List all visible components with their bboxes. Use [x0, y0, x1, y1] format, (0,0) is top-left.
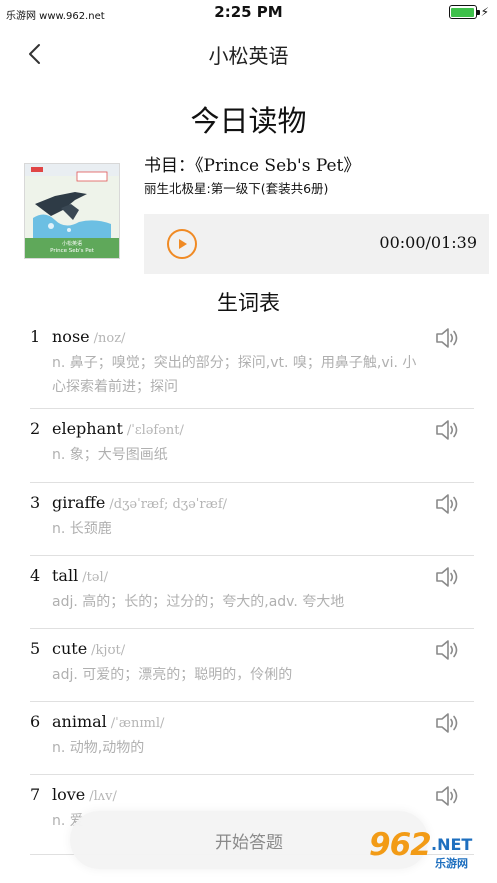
vocab-phonetic: /təl/: [82, 570, 109, 585]
status-indicators: ⚡: [448, 5, 489, 19]
vocab-word: animal: [52, 712, 107, 731]
battery-fill: [451, 7, 475, 17]
book-cover-image[interactable]: 小松英语 Prince Seb's Pet: [24, 163, 120, 259]
vocab-item-head: 4 tall/təl/: [30, 566, 108, 585]
site-watermark: 962 .NET 乐游网: [365, 827, 491, 875]
vocab-word: love: [52, 785, 86, 804]
vocab-index: 2: [30, 419, 41, 438]
vocab-phonetic: /dʒəˈræf; dʒəˈræf/: [109, 497, 228, 512]
battery-icon: [448, 5, 480, 19]
reading-heading: 今日读物: [190, 104, 307, 138]
speaker-icon[interactable]: [434, 326, 462, 350]
vocab-definition: n. 鼻子；嗅觉；突出的部分；探问,vt. 嗅；用鼻子触,vi. 小心探索着前进…: [52, 355, 417, 395]
vocab-item: 3 giraffe/dʒəˈræf; dʒəˈræf/n. 长颈鹿: [30, 483, 474, 556]
watermark-net: .NET: [431, 835, 473, 854]
play-icon: [179, 239, 187, 249]
play-button[interactable]: [167, 229, 197, 259]
page-title: 小松英语: [208, 44, 289, 68]
vocab-item: 5 cute/kjʊt/adj. 可爱的；漂亮的；聪明的，伶俐的: [30, 629, 474, 702]
vocab-item: 4 tall/təl/adj. 高的；长的；过分的；夸大的,adv. 夸大地: [30, 556, 474, 629]
charging-icon: ⚡: [480, 5, 489, 19]
vocab-definition: n. 长颈鹿: [52, 521, 112, 537]
book-series: 丽生北极星:第一级下(套装共6册): [144, 181, 329, 196]
nav-bar: 小松英语: [0, 26, 497, 82]
vocab-item: 6 animal/ˈænɪml/n. 动物,动物的: [30, 702, 474, 775]
book-cover-art: 小松英语 Prince Seb's Pet: [25, 164, 119, 258]
audio-player: 00:00/01:39: [144, 214, 489, 274]
speaker-icon[interactable]: [434, 418, 462, 442]
vocab-item-head: 3 giraffe/dʒəˈræf; dʒəˈræf/: [30, 493, 227, 512]
status-bar: 乐游网 www.962.net 2:25 PM ⚡: [0, 0, 497, 26]
svg-text:小松英语: 小松英语: [62, 240, 82, 247]
speaker-icon[interactable]: [434, 565, 462, 589]
vocab-item: 1 nose/noz/n. 鼻子；嗅觉；突出的部分；探问,vt. 嗅；用鼻子触,v…: [30, 317, 474, 409]
vocab-index: 3: [30, 493, 41, 512]
vocab-phonetic: /noz/: [93, 331, 126, 346]
status-time: 2:25 PM: [214, 3, 283, 21]
vocab-word: tall: [52, 566, 79, 585]
audio-time: 00:00/01:39: [379, 233, 477, 252]
vocab-index: 1: [30, 327, 41, 346]
vocab-word: nose: [52, 327, 90, 346]
vocab-title: 生词表: [217, 291, 280, 315]
book-title: 书目：《Prince Seb's Pet》: [144, 156, 361, 176]
speaker-icon[interactable]: [434, 492, 462, 516]
vocab-definition: n. 动物,动物的: [52, 740, 145, 756]
vocab-definition: adj. 高的；长的；过分的；夸大的,adv. 夸大地: [52, 594, 345, 610]
speaker-icon[interactable]: [434, 711, 462, 735]
vocab-word: cute: [52, 639, 88, 658]
speaker-icon[interactable]: [434, 784, 462, 808]
vocab-phonetic: /lʌv/: [89, 789, 117, 804]
vocab-index: 6: [30, 712, 41, 731]
vocab-item-head: 7 love/lʌv/: [30, 785, 117, 804]
vocab-definition: adj. 可爱的；漂亮的；聪明的，伶俐的: [52, 667, 293, 683]
vocab-item-head: 6 animal/ˈænɪml/: [30, 712, 164, 731]
book-cover-title: Prince Seb's Pet: [50, 248, 95, 254]
battery-tip: [477, 9, 480, 15]
vocab-item-head: 5 cute/kjʊt/: [30, 639, 125, 658]
vocab-index: 7: [30, 785, 41, 804]
watermark-number: 962: [369, 827, 432, 863]
speaker-icon[interactable]: [434, 638, 462, 662]
vocab-phonetic: /ˈɛləfənt/: [126, 423, 184, 438]
vocab-word: giraffe: [52, 493, 106, 512]
vocab-item-head: 2 elephant/ˈɛləfənt/: [30, 419, 184, 438]
watermark-chinese: 乐游网: [435, 857, 468, 870]
vocab-item: 2 elephant/ˈɛləfənt/n. 象；大号图画纸: [30, 409, 474, 483]
vocab-definition: n. 象；大号图画纸: [52, 447, 168, 463]
vocab-list: 1 nose/noz/n. 鼻子；嗅觉；突出的部分；探问,vt. 嗅；用鼻子触,v…: [30, 317, 474, 855]
vocab-phonetic: /kjʊt/: [91, 643, 126, 658]
vocab-index: 4: [30, 566, 41, 585]
vocab-index: 5: [30, 639, 41, 658]
vocab-phonetic: /ˈænɪml/: [110, 716, 165, 731]
vocab-word: elephant: [52, 419, 123, 438]
vocab-item-head: 1 nose/noz/: [30, 327, 125, 346]
